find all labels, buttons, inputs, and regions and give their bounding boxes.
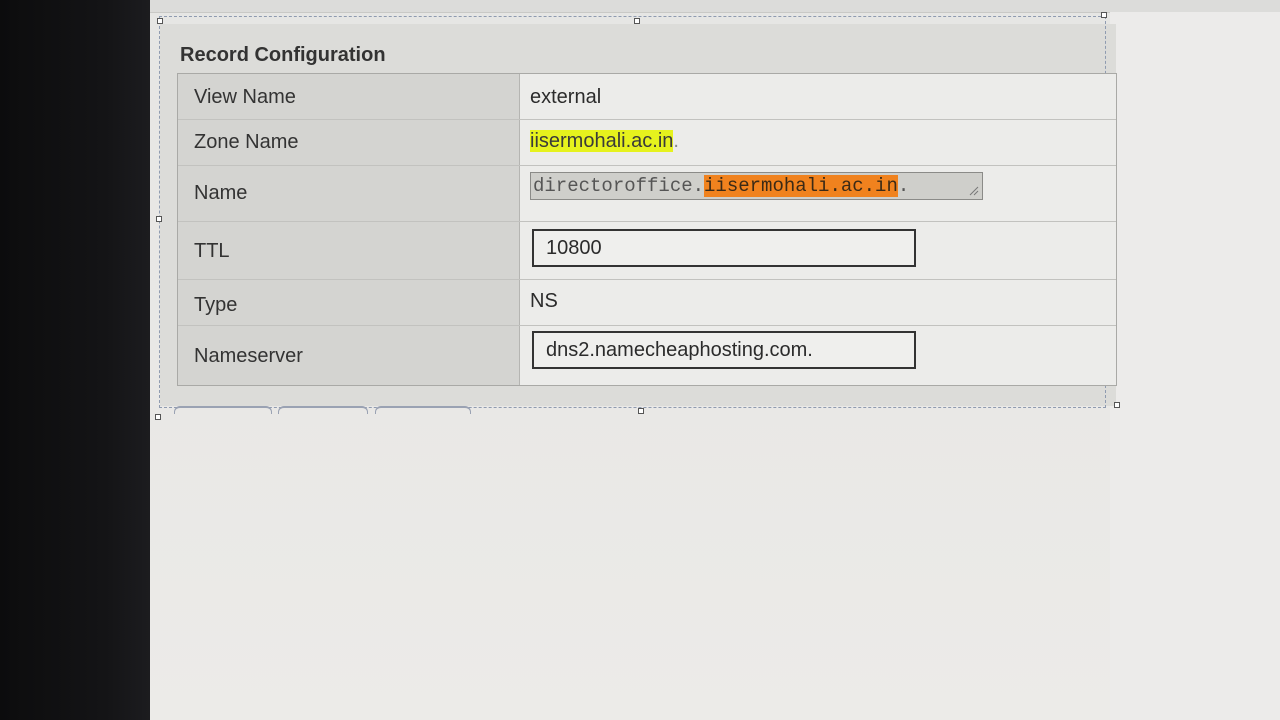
zone-name-label: Zone Name (194, 131, 299, 153)
label-cell: Zone Name (178, 120, 520, 165)
type-label: Type (194, 294, 238, 316)
value-cell (520, 222, 1116, 279)
view-name-value: external (530, 86, 602, 108)
label-cell: Type (178, 280, 520, 325)
monitor-bezel (0, 0, 150, 720)
value-cell: directoroffice.iisermohali.ac.in. (520, 166, 1116, 221)
zone-name-value: iisermohali.ac.in (530, 130, 674, 152)
name-prefix: directoroffice. (533, 175, 705, 197)
value-cell: iisermohali.ac.in. (520, 120, 1116, 165)
row-nameserver: Nameserver (178, 326, 1116, 385)
value-cell: NS (520, 280, 1116, 325)
resize-handle-top-middle[interactable] (634, 18, 640, 24)
name-field[interactable]: directoroffice.iisermohali.ac.in. (530, 172, 983, 200)
right-blank-area (1110, 12, 1280, 720)
value-cell: external (520, 74, 1116, 119)
tab-remnant[interactable] (278, 406, 368, 414)
row-type: Type NS (178, 280, 1116, 326)
row-name: Name directoroffice.iisermohali.ac.in. (178, 166, 1116, 222)
tab-remnant[interactable] (174, 406, 272, 414)
resize-handle-bottom-right[interactable] (1114, 402, 1120, 408)
resize-grip-icon[interactable] (967, 184, 979, 196)
resize-handle-bottom-left[interactable] (155, 414, 161, 420)
zone-name-trailing-dot: . (673, 130, 679, 152)
nameserver-label: Nameserver (194, 345, 303, 367)
resize-handle-top-left[interactable] (157, 18, 163, 24)
type-value: NS (530, 290, 558, 312)
ttl-label: TTL (194, 240, 230, 262)
label-cell: Name (178, 166, 520, 221)
view-name-label: View Name (194, 86, 296, 108)
label-cell: TTL (178, 222, 520, 279)
nameserver-input[interactable] (532, 331, 916, 369)
row-zone-name: Zone Name iisermohali.ac.in. (178, 120, 1116, 166)
value-cell (520, 326, 1116, 385)
resize-handle-top-right[interactable] (1101, 12, 1107, 18)
name-zone-highlight: iisermohali.ac.in (704, 175, 898, 197)
label-cell: View Name (178, 74, 520, 119)
name-label: Name (194, 182, 248, 204)
row-ttl: TTL (178, 222, 1116, 280)
zone-name-value-wrap: iisermohali.ac.in. (530, 130, 679, 153)
row-view-name: View Name external (178, 74, 1116, 120)
name-trailing-dot: . (897, 175, 910, 197)
tab-remnant[interactable] (375, 406, 471, 414)
record-config-table: View Name external Zone Name iisermohali… (177, 73, 1117, 386)
resize-handle-bottom-middle[interactable] (638, 408, 644, 414)
label-cell: Nameserver (178, 326, 520, 385)
ttl-input[interactable] (532, 229, 916, 267)
resize-handle-middle-left[interactable] (156, 216, 162, 222)
